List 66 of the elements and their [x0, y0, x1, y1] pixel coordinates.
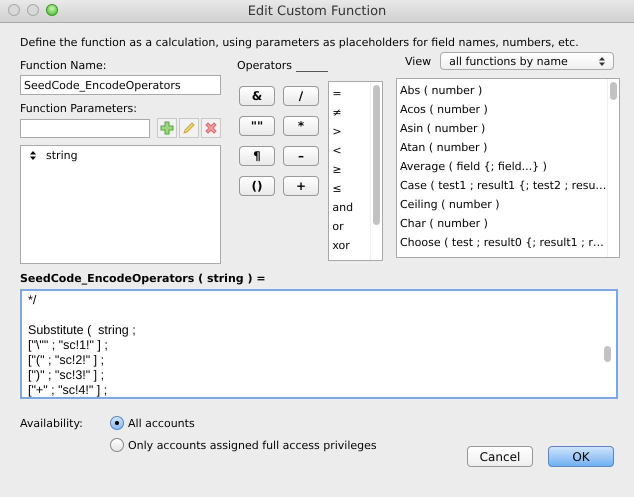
code-line: */ — [28, 293, 38, 308]
code-line: Substitute ( string ; — [28, 323, 137, 338]
operator-item[interactable]: xor — [332, 236, 367, 255]
parameter-field[interactable] — [20, 118, 150, 138]
operator-button[interactable]: – — [283, 146, 319, 166]
view-dropdown[interactable]: all functions by name — [440, 52, 614, 70]
function-parameters-label: Function Parameters: — [20, 102, 138, 115]
parameter-item[interactable]: string — [28, 149, 213, 162]
operator-item[interactable]: or — [332, 217, 367, 236]
minimize-button[interactable] — [27, 4, 39, 16]
code-line: [")" ; "sc!3!" ] ; — [28, 368, 106, 383]
operator-button[interactable]: ¶ — [239, 146, 275, 166]
code-line: ["+" ; "sc!4!" ] ; — [28, 383, 108, 397]
window-title: Edit Custom Function — [248, 4, 386, 18]
parameter-name: string — [46, 149, 78, 162]
operator-item[interactable]: > — [332, 122, 367, 141]
edit-button[interactable] — [179, 118, 199, 138]
operator-item[interactable]: ≤ — [332, 179, 367, 198]
operator-button[interactable]: () — [239, 176, 275, 196]
operator-item[interactable]: and — [332, 198, 367, 217]
calculation-editor[interactable]: */ Substitute ( string ; ["\"" ; "sc!1!" ] ; ["(" ; "sc!2!" ] ; [")" ; "sc!3!" ] ; ["+" ; "sc!4!" ] ; — [20, 289, 618, 399]
scrollbar-thumb[interactable] — [610, 82, 617, 100]
radio-button[interactable] — [110, 438, 124, 452]
updown-arrows-icon — [599, 56, 606, 66]
operator-button[interactable]: + — [283, 176, 319, 196]
delete-button[interactable] — [201, 118, 221, 138]
calculation-heading: SeedCode_EncodeOperators ( string ) = — [20, 272, 267, 285]
function-item[interactable]: Abs ( number ) — [400, 81, 604, 100]
operator-item[interactable]: ≥ — [332, 160, 367, 179]
operator-item[interactable]: ≠ — [332, 103, 367, 122]
function-item[interactable]: Choose ( test ; result0 {; result1 ; r… — [400, 233, 604, 252]
ok-button[interactable]: OK — [548, 446, 614, 467]
plus-icon — [160, 121, 174, 135]
function-item[interactable]: Asin ( number ) — [400, 119, 604, 138]
close-button[interactable] — [8, 4, 20, 16]
availability-label: Availability: — [20, 417, 84, 432]
add-button[interactable] — [157, 118, 177, 138]
code-line: ["(" ; "sc!2!" ] ; — [28, 353, 106, 368]
description-text: Define the function as a calculation, using parameters as placeholders for field names, numbers, etc. — [20, 36, 580, 49]
operator-item[interactable]: < — [332, 141, 367, 160]
cancel-button[interactable]: Cancel — [467, 446, 533, 467]
cross-icon — [204, 121, 218, 135]
operator-button[interactable]: "" — [239, 116, 275, 136]
radio-label: Only accounts assigned full access privileges — [128, 438, 377, 452]
function-item[interactable]: Char ( number ) — [400, 214, 604, 233]
operator-button[interactable]: * — [283, 116, 319, 136]
operator-button[interactable]: / — [283, 86, 319, 106]
function-item[interactable]: Acos ( number ) — [400, 100, 604, 119]
function-item[interactable]: Case ( test1 ; result1 {; test2 ; resu… — [400, 176, 604, 195]
code-line: ["\"" ; "sc!1!" ] ; — [28, 338, 109, 353]
function-item[interactable]: Atan ( number ) — [400, 138, 604, 157]
scrollbar-thumb[interactable] — [373, 85, 380, 225]
scrollbar-thumb[interactable] — [604, 346, 611, 362]
function-name-label: Function Name: — [20, 59, 108, 72]
view-label: View — [405, 54, 432, 68]
function-item[interactable]: Ceiling ( number ) — [400, 195, 604, 214]
operator-item[interactable]: = — [332, 84, 367, 103]
pencil-icon — [182, 121, 196, 135]
radio-button[interactable] — [110, 416, 124, 430]
radio-label: All accounts — [128, 416, 195, 430]
operators-label: Operators — [237, 59, 292, 72]
operator-button[interactable]: & — [239, 86, 275, 106]
zoom-button[interactable] — [46, 4, 58, 16]
function-name-field[interactable]: SeedCode_EncodeOperators — [20, 75, 221, 95]
function-item[interactable]: Average ( field {; field...} ) — [400, 157, 604, 176]
sort-arrows-icon — [30, 151, 36, 160]
